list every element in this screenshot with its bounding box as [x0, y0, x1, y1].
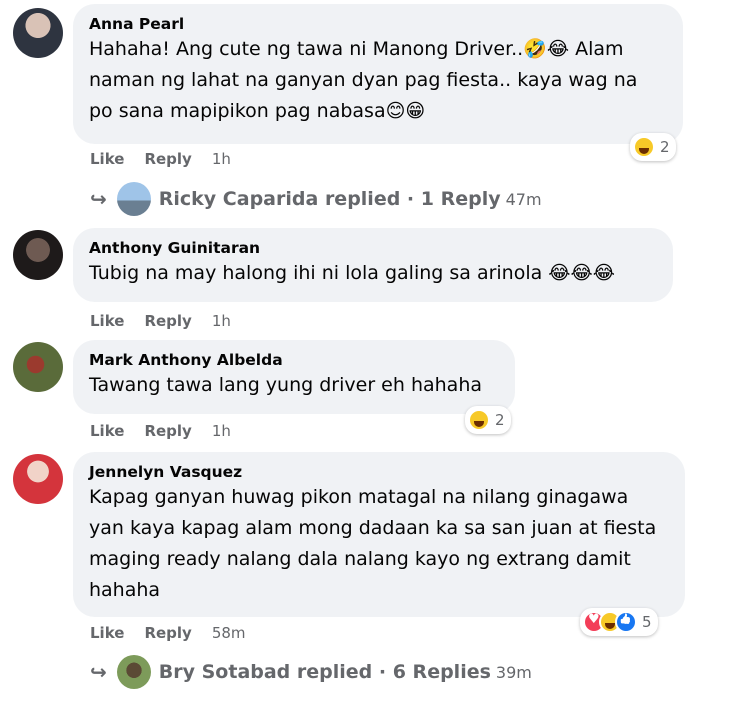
- avatar[interactable]: [13, 454, 63, 504]
- comment-author[interactable]: Jennelyn Vasquez: [89, 462, 669, 482]
- comment-time[interactable]: 58m: [212, 624, 246, 642]
- comment-text: Tawang tawa lang yung driver eh hahaha: [89, 374, 482, 396]
- reaction-count: 2: [660, 138, 670, 156]
- comment-actions: Like Reply 58m: [90, 624, 266, 642]
- reaction-summary[interactable]: 5: [580, 608, 658, 636]
- reply-arrow-icon: ↪: [90, 187, 107, 211]
- reply-author: Ricky Caparida: [158, 188, 319, 210]
- comment-time[interactable]: 1h: [212, 422, 231, 440]
- comment-author[interactable]: Anna Pearl: [89, 14, 667, 34]
- reply-time: 39m: [495, 662, 532, 682]
- comment-text: Hahaha! Ang cute ng tawa ni Manong Drive…: [89, 38, 638, 122]
- reaction-count: 2: [495, 411, 505, 429]
- reply-arrow-icon: ↪: [90, 660, 107, 684]
- comment-text: Kapag ganyan huwag pikon matagal na nila…: [89, 486, 657, 601]
- reply-author: Bry Sotabad: [158, 661, 291, 683]
- reply-label: replied · 6 Replies: [296, 661, 491, 683]
- like-icon: [615, 611, 637, 633]
- avatar[interactable]: [13, 230, 63, 280]
- reaction-count: 5: [642, 613, 652, 631]
- avatar: [116, 182, 151, 216]
- comment-time[interactable]: 1h: [212, 150, 231, 168]
- view-replies[interactable]: ↪ Bry Sotabad replied · 6 Replies 39m: [90, 655, 532, 689]
- comment-actions: Like Reply 1h: [90, 150, 251, 168]
- comment-author[interactable]: Mark Anthony Albelda: [89, 350, 499, 370]
- comment-actions: Like Reply 1h: [90, 422, 251, 440]
- comment-bubble: Anna Pearl Hahaha! Ang cute ng tawa ni M…: [73, 4, 683, 144]
- comment-bubble: Anthony Guinitaran Tubig na may halong i…: [73, 228, 673, 302]
- reaction-summary[interactable]: 2: [465, 406, 511, 434]
- reply-button[interactable]: Reply: [144, 150, 191, 168]
- haha-icon: [468, 409, 490, 431]
- like-button[interactable]: Like: [90, 422, 124, 440]
- view-replies[interactable]: ↪ Ricky Caparida replied · 1 Reply 47m: [90, 182, 542, 216]
- haha-icon: [633, 136, 655, 158]
- avatar[interactable]: [13, 342, 63, 392]
- comment-author[interactable]: Anthony Guinitaran: [89, 238, 657, 258]
- reply-button[interactable]: Reply: [144, 422, 191, 440]
- reaction-summary[interactable]: 2: [630, 133, 676, 161]
- reply-button[interactable]: Reply: [144, 312, 191, 330]
- like-button[interactable]: Like: [90, 312, 124, 330]
- avatar[interactable]: [13, 8, 63, 58]
- comment-text: Tubig na may halong ihi ni lola galing s…: [89, 262, 615, 284]
- comment-time[interactable]: 1h: [212, 312, 231, 330]
- like-button[interactable]: Like: [90, 150, 124, 168]
- comment-bubble: Mark Anthony Albelda Tawang tawa lang yu…: [73, 340, 515, 414]
- reply-time: 47m: [505, 189, 542, 209]
- like-button[interactable]: Like: [90, 624, 124, 642]
- reply-label: replied · 1 Reply: [324, 188, 501, 210]
- comment-actions: Like Reply 1h: [90, 312, 251, 330]
- comment-bubble: Jennelyn Vasquez Kapag ganyan huwag piko…: [73, 452, 685, 617]
- reply-button[interactable]: Reply: [144, 624, 191, 642]
- avatar: [116, 655, 151, 689]
